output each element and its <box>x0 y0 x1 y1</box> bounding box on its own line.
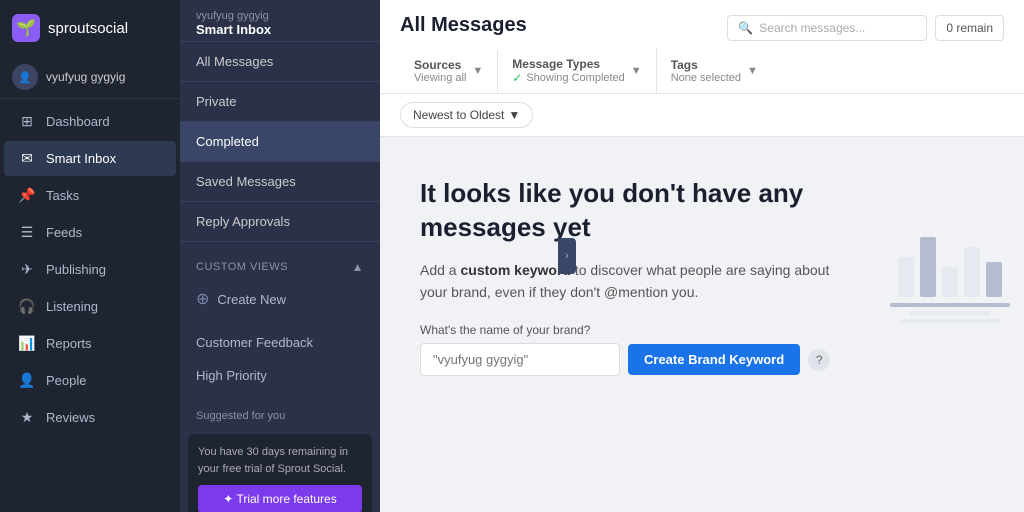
sidebar-item-label: Reports <box>46 336 92 351</box>
tags-label: Tags <box>671 58 741 72</box>
sources-label: Sources <box>414 58 466 72</box>
inbox-icon: ✉ <box>18 150 36 167</box>
search-placeholder: Search messages... <box>759 21 865 35</box>
sidebar-item-reports[interactable]: 📊 Reports <box>4 326 176 361</box>
tags-sub: None selected <box>671 72 741 84</box>
sidebar-item-people[interactable]: 👤 People <box>4 363 176 398</box>
sort-chevron-icon: ▼ <box>508 108 520 122</box>
username: vyufyug gygyig <box>46 70 125 84</box>
logo-icon: 🌱 <box>12 14 40 42</box>
avatar: 👤 <box>12 64 38 90</box>
message-types-sub: ✓ Showing Completed <box>512 71 625 85</box>
illus-bar-4 <box>964 247 980 297</box>
create-new-item[interactable]: ⊕ Create New <box>180 280 380 318</box>
panel-completed[interactable]: Completed <box>180 122 380 162</box>
sidebar-item-label: Dashboard <box>46 114 110 129</box>
panel-private[interactable]: Private <box>180 82 380 122</box>
main-area: All Messages 🔍 Search messages... 0 rema… <box>380 0 1024 512</box>
sidebar-item-feeds[interactable]: ☰ Feeds <box>4 215 176 250</box>
empty-title: It looks like you don't have any message… <box>420 177 830 245</box>
sidebar-item-reviews[interactable]: ★ Reviews <box>4 400 176 435</box>
sidebar-item-label: People <box>46 373 86 388</box>
people-icon: 👤 <box>18 372 36 389</box>
search-box[interactable]: 🔍 Search messages... <box>727 15 927 41</box>
illus-bars <box>898 237 1002 297</box>
illus-bar-3 <box>942 267 958 297</box>
sources-filter[interactable]: Sources Viewing all ▼ <box>400 50 498 92</box>
sort-dropdown[interactable]: Newest to Oldest ▼ <box>400 102 533 128</box>
sidebar-item-label: Publishing <box>46 262 106 277</box>
sort-row: Newest to Oldest ▼ <box>380 94 1024 137</box>
sort-label: Newest to Oldest <box>413 108 504 122</box>
sidebar-item-label: Tasks <box>46 188 79 203</box>
filters-row: Sources Viewing all ▼ Message Types ✓ Sh… <box>400 49 1004 93</box>
illus-bar-5 <box>986 262 1002 297</box>
custom-view-high-priority[interactable]: High Priority <box>180 359 380 392</box>
trial-text: You have 30 days remaining in your free … <box>198 444 362 477</box>
feeds-icon: ☰ <box>18 224 36 241</box>
tags-filter[interactable]: Tags None selected ▼ <box>657 50 772 92</box>
illustration <box>890 177 1010 327</box>
panel-all-messages[interactable]: All Messages <box>180 42 380 82</box>
listening-icon: 🎧 <box>18 298 36 315</box>
remain-badge: 0 remain <box>935 15 1004 41</box>
brand-input-row: Create Brand Keyword ? <box>420 343 830 376</box>
collapse-icon[interactable]: ▲ <box>352 260 364 274</box>
main-header: All Messages 🔍 Search messages... 0 rema… <box>380 0 1024 94</box>
sidebar-item-label: Reviews <box>46 410 95 425</box>
sidebar-item-publishing[interactable]: ✈ Publishing <box>4 252 176 287</box>
logo-text: sproutsocial <box>48 20 128 37</box>
suggested-label: Suggested for you <box>180 400 380 426</box>
publishing-icon: ✈ <box>18 261 36 278</box>
panels-wrap: vyufyug gygyig Smart Inbox All Messages … <box>180 0 380 512</box>
logo: 🌱 sproutsocial <box>0 0 180 56</box>
panel-saved-messages[interactable]: Saved Messages <box>180 162 380 202</box>
panel-toggle[interactable]: › <box>558 238 576 274</box>
illus-line-1 <box>890 303 1010 307</box>
illus-line-3 <box>900 319 1000 323</box>
illus-bar-1 <box>898 257 914 297</box>
main-content: It looks like you don't have any message… <box>380 137 1024 512</box>
empty-state: It looks like you don't have any message… <box>420 177 830 376</box>
panel-header: vyufyug gygyig Smart Inbox <box>180 0 380 42</box>
tasks-icon: 📌 <box>18 187 36 204</box>
sidebar-item-label: Smart Inbox <box>46 151 116 166</box>
search-area: 🔍 Search messages... 0 remain <box>727 15 1004 49</box>
illus-line-2 <box>910 311 990 315</box>
help-icon[interactable]: ? <box>808 349 830 371</box>
sidebar-item-label: Feeds <box>46 225 82 240</box>
middle-panel: vyufyug gygyig Smart Inbox All Messages … <box>180 0 380 512</box>
empty-desc: Add a custom keyword to discover what pe… <box>420 259 830 304</box>
message-types-chevron-icon: ▼ <box>631 65 642 77</box>
sidebar: 🌱 sproutsocial 👤 vyufyug gygyig ⊞ Dashbo… <box>0 0 180 512</box>
reports-icon: 📊 <box>18 335 36 352</box>
message-types-filter[interactable]: Message Types ✓ Showing Completed ▼ <box>498 49 656 93</box>
brand-question: What's the name of your brand? <box>420 323 830 337</box>
trial-button[interactable]: ✦ Trial more features <box>198 485 362 512</box>
reviews-icon: ★ <box>18 409 36 426</box>
sidebar-item-tasks[interactable]: 📌 Tasks <box>4 178 176 213</box>
illus-bar-2 <box>920 237 936 297</box>
sources-sub: Viewing all <box>414 72 466 84</box>
panel-reply-approvals[interactable]: Reply Approvals <box>180 202 380 242</box>
page-title: All Messages <box>400 14 527 37</box>
brand-input[interactable] <box>420 343 620 376</box>
custom-view-customer-feedback[interactable]: Customer Feedback <box>180 326 380 359</box>
dashboard-icon: ⊞ <box>18 113 36 130</box>
check-icon: ✓ <box>512 71 522 85</box>
sources-chevron-icon: ▼ <box>472 65 483 77</box>
sidebar-item-label: Listening <box>46 299 98 314</box>
tags-chevron-icon: ▼ <box>747 65 758 77</box>
sidebar-item-smart-inbox[interactable]: ✉ Smart Inbox <box>4 141 176 176</box>
search-icon: 🔍 <box>738 21 753 35</box>
trial-banner: You have 30 days remaining in your free … <box>188 434 372 512</box>
sidebar-item-dashboard[interactable]: ⊞ Dashboard <box>4 104 176 139</box>
custom-views-label: Custom Views ▲ <box>180 250 380 280</box>
plus-icon: ⊕ <box>196 289 209 309</box>
user-profile[interactable]: 👤 vyufyug gygyig <box>0 56 180 99</box>
message-types-label: Message Types <box>512 57 625 71</box>
empty-desc-bold: custom keyword <box>460 262 570 278</box>
sidebar-item-listening[interactable]: 🎧 Listening <box>4 289 176 324</box>
create-brand-keyword-button[interactable]: Create Brand Keyword <box>628 344 800 375</box>
